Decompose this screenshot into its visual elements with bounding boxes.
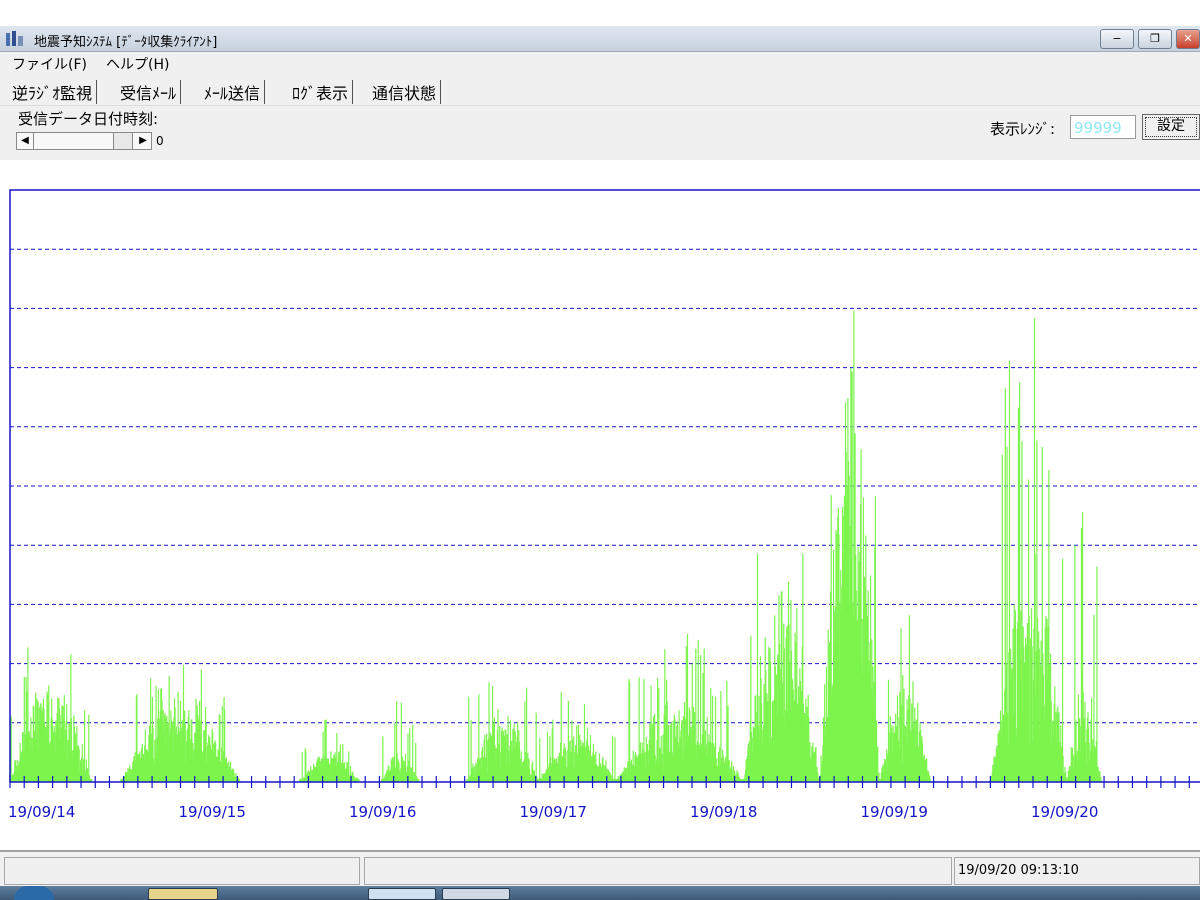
control-strip: 受信データ日付時刻: ◀ ▶ 0 表示ﾚﾝｼﾞ: 設定 <box>0 106 1200 160</box>
date-slider[interactable]: ◀ ▶ <box>16 132 152 150</box>
display-range-label: 表示ﾚﾝｼﾞ: <box>990 120 1056 138</box>
tab-received-mail[interactable]: 受信ﾒｰﾙ <box>120 80 182 104</box>
tab-send-mail[interactable]: ﾒｰﾙ送信 <box>204 80 266 104</box>
slider-thumb[interactable] <box>113 133 133 149</box>
minimize-button[interactable]: − <box>1100 29 1134 49</box>
received-date-label: 受信データ日付時刻: <box>18 110 159 128</box>
set-button[interactable]: 設定 <box>1142 114 1200 140</box>
x-tick-label: 19/09/20 <box>1031 803 1098 821</box>
tab-comm-status[interactable]: 通信状態 <box>372 80 442 104</box>
restore-button[interactable]: ❐ <box>1138 29 1172 49</box>
slider-value: 0 <box>156 134 164 148</box>
x-tick-label: 19/09/14 <box>8 803 75 821</box>
start-orb-icon[interactable] <box>14 886 54 900</box>
display-range-input[interactable] <box>1070 115 1136 139</box>
status-bar: 19/09/20 09:13:10 <box>0 850 1200 886</box>
close-button[interactable]: ✕ <box>1176 29 1200 49</box>
taskbar-item-current[interactable] <box>442 888 510 900</box>
menu-help[interactable]: ヘルプ(H) <box>106 54 169 74</box>
x-tick-label: 19/09/15 <box>179 803 246 821</box>
x-tick-label: 19/09/18 <box>690 803 757 821</box>
taskbar-item-app[interactable] <box>368 888 436 900</box>
x-tick-label: 19/09/19 <box>861 803 928 821</box>
tab-log-view[interactable]: ﾛｸﾞ表示 <box>292 80 354 104</box>
tab-bar: 逆ﾗｼﾞｵ監視 受信ﾒｰﾙ ﾒｰﾙ送信 ﾛｸﾞ表示 通信状態 <box>0 74 1200 106</box>
status-time: 19/09/20 09:13:10 <box>954 857 1200 885</box>
menu-file[interactable]: ファイル(F) <box>12 54 87 74</box>
chart: 19/09/14 19/09/15 19/09/16 19/09/17 19/09/18… <box>8 189 1200 821</box>
window-title: 地震予知ｼｽﾃﾑ [ﾃﾞｰﾀ収集ｸﾗｲｱﾝﾄ] <box>34 35 218 50</box>
tab-reverse-radio-monitor[interactable]: 逆ﾗｼﾞｵ監視 <box>12 80 98 104</box>
slider-left-arrow-icon[interactable]: ◀ <box>17 133 34 149</box>
x-tick-label: 19/09/17 <box>520 803 587 821</box>
menu-bar: ファイル(F) ヘルプ(H) <box>0 52 1200 74</box>
x-tick-labels: 19/09/14 19/09/15 19/09/16 19/09/17 19/09/18… <box>8 803 1098 821</box>
data-bars <box>9 310 1102 782</box>
slider-right-arrow-icon[interactable]: ▶ <box>135 133 151 149</box>
status-panel-left <box>4 857 360 885</box>
app-icon <box>6 31 23 46</box>
title-bar[interactable]: 地震予知ｼｽﾃﾑ [ﾃﾞｰﾀ収集ｸﾗｲｱﾝﾄ] − ❐ ✕ <box>0 26 1200 52</box>
status-panel-middle <box>364 857 952 885</box>
x-tick-label: 19/09/16 <box>349 803 416 821</box>
taskbar-item-explorer[interactable] <box>148 888 218 900</box>
taskbar <box>0 886 1200 900</box>
